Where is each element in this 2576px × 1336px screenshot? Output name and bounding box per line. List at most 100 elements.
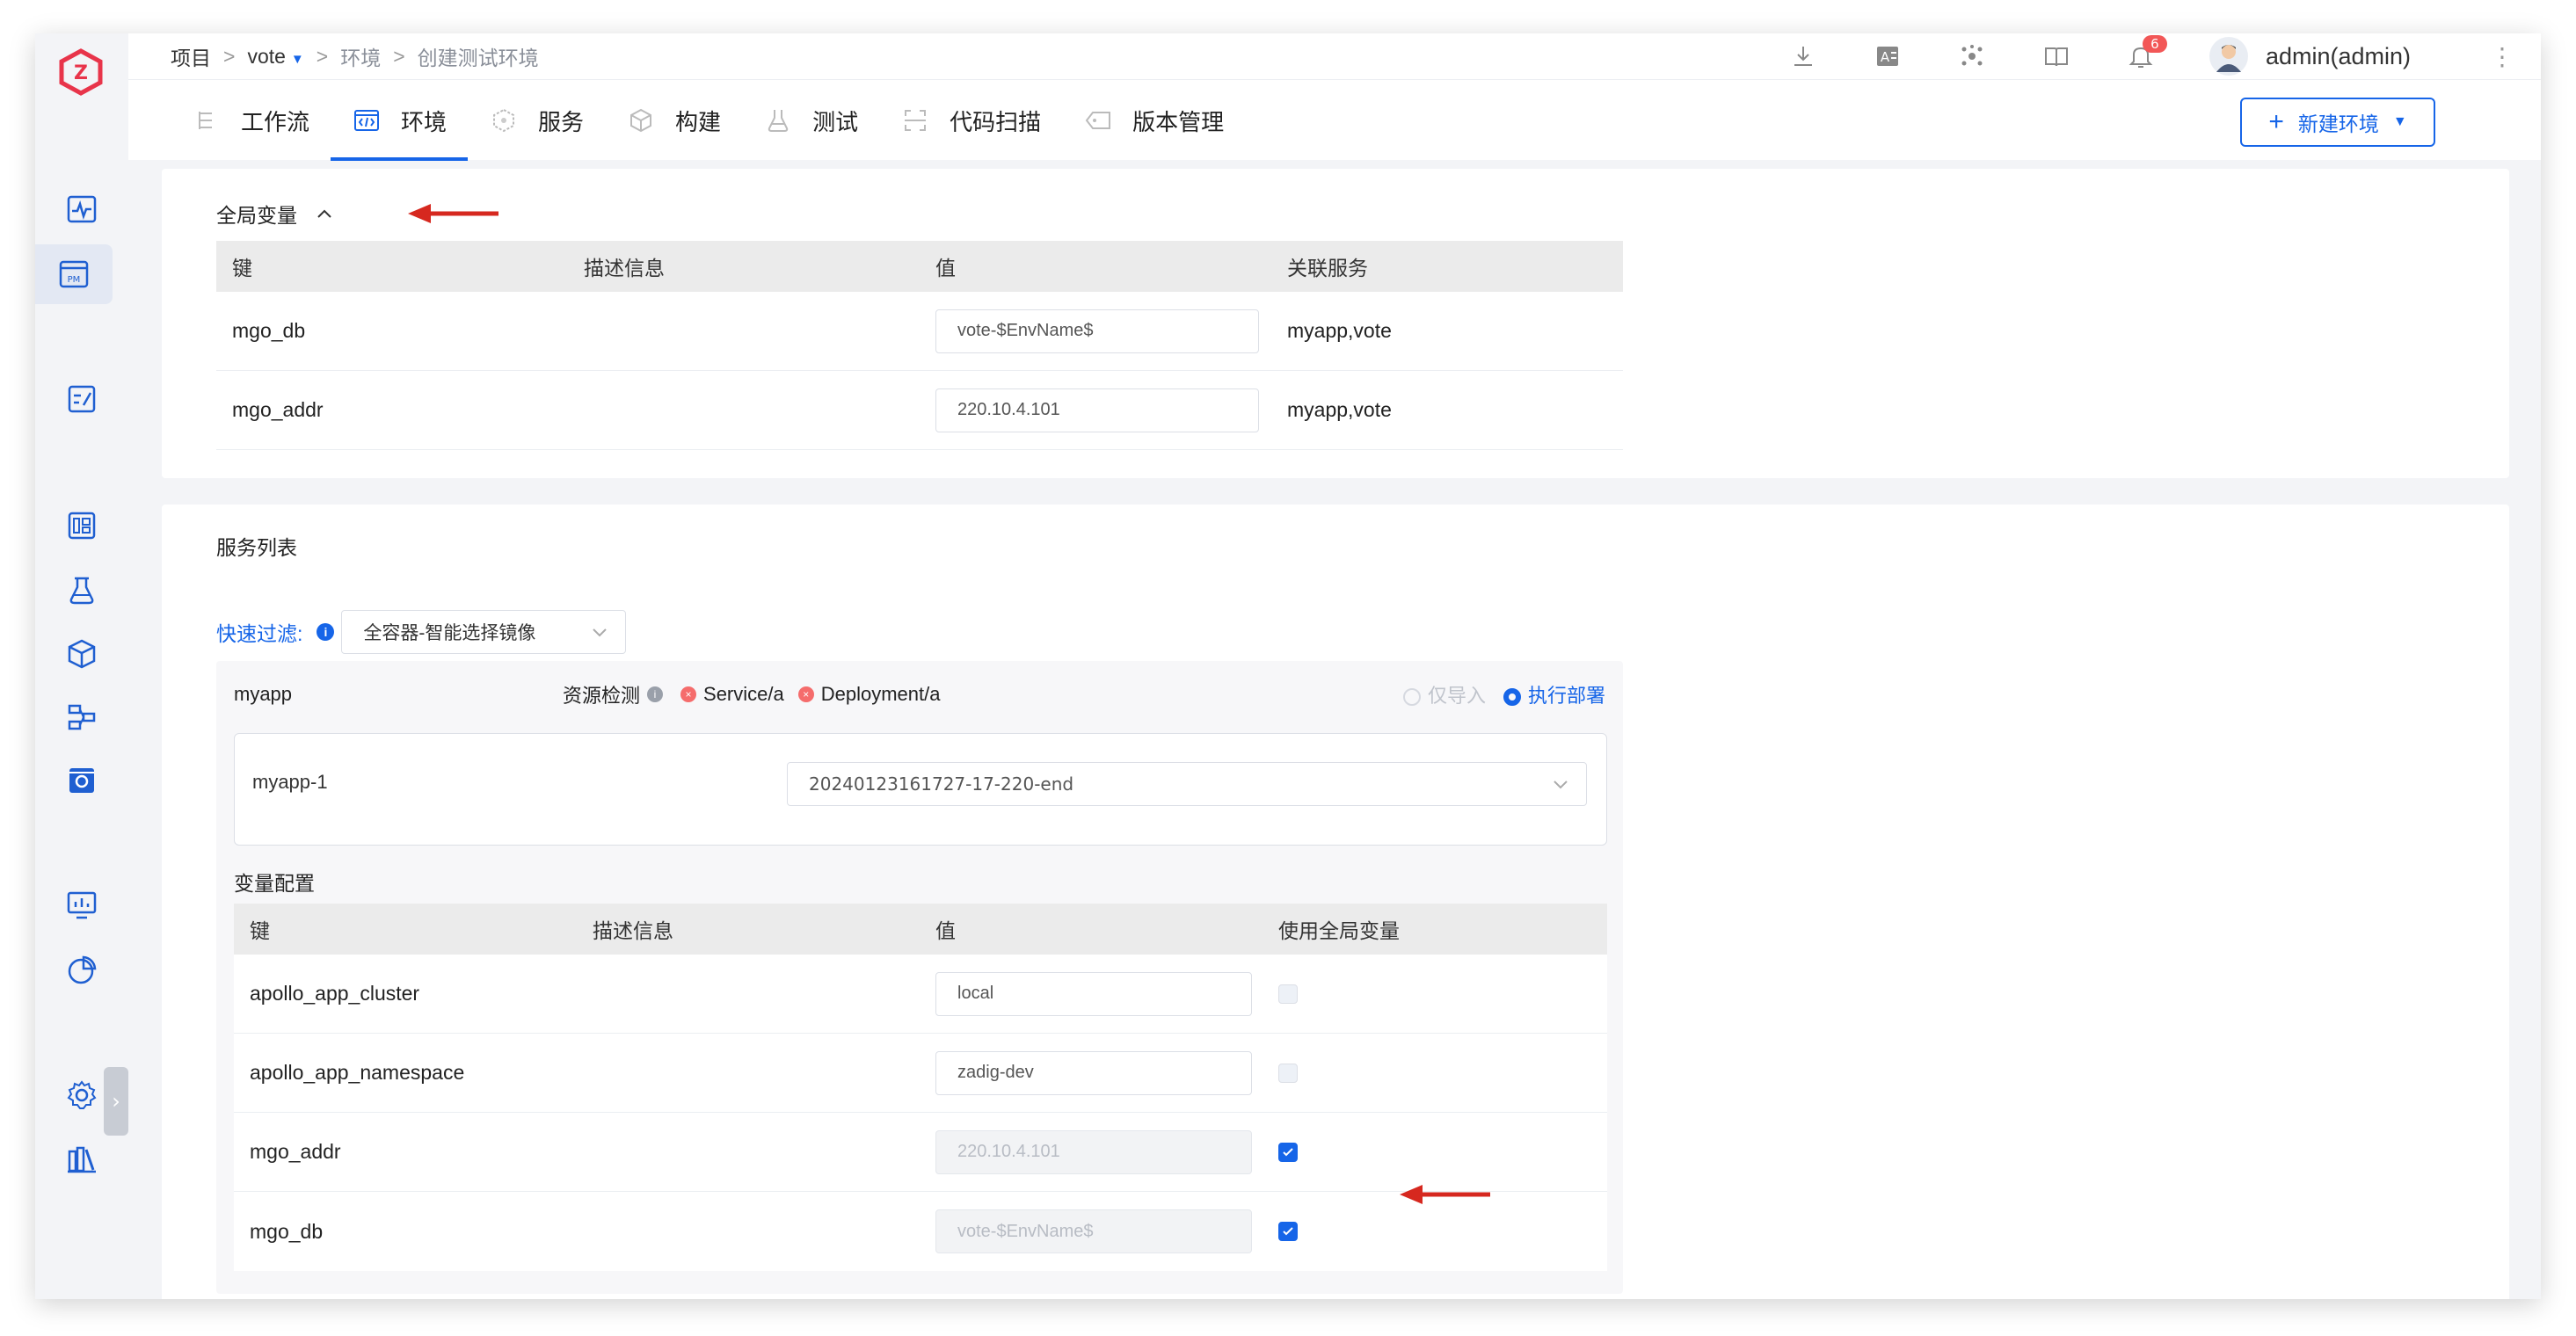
use-global-checkbox-checked[interactable] [1278,1222,1298,1241]
plus-icon: + [2268,107,2284,136]
breadcrumb: 项目 > vote ▼ > 环境 > 创建测试环境 [171,33,539,79]
tab-environment[interactable]: 环境 [331,80,469,161]
sidebar-item-docs[interactable] [35,1129,128,1188]
breadcrumb-project-name: vote [247,44,286,68]
quick-filter-value: 全容器-智能选择镜像 [363,623,536,643]
mode-deploy[interactable]: 执行部署 [1503,680,1605,708]
var-value-input[interactable]: 220.10.4.101 [935,388,1259,432]
mode-import-only-label: 仅导入 [1427,685,1486,707]
new-environment-button[interactable]: + 新建环境 ▼ [2240,98,2435,147]
tab-version[interactable]: 版本管理 [1062,80,1245,161]
svg-text:Z: Z [74,62,88,84]
annotation-arrow-left [408,204,498,223]
column-key: 键 [232,257,252,280]
download-button[interactable] [1787,40,1819,72]
book-icon [2044,47,2068,67]
quick-filter-select[interactable]: 全容器-智能选择镜像 [341,610,627,654]
var-key: mgo_addr [250,1140,341,1163]
var-value-input[interactable]: vote-$EnvName$ [935,309,1259,353]
quick-filter-label: 快速过滤: [216,622,303,645]
books-icon [68,1146,96,1173]
user-name[interactable]: admin(admin) [2266,43,2411,70]
tab-test[interactable]: 测试 [742,80,879,161]
new-environment-label: 新建环境 [2297,113,2379,135]
workflow-icon [199,112,212,129]
column-services: 关联服务 [1287,257,1368,280]
chevron-right-icon: › [112,1089,120,1114]
notifications-button[interactable]: 6 [2125,35,2167,72]
var-config-table: 键 描述信息 值 使用全局变量 apollo_app_cluster local… [234,904,1607,1271]
tab-label: 工作流 [241,108,310,135]
sidebar-item-monitoring[interactable] [35,875,128,935]
zadig-logo[interactable]: Z [55,46,107,98]
sidebar-item-monitor[interactable] [35,179,128,239]
sidebar-item-edit[interactable] [35,369,128,429]
plugins-button[interactable] [1956,40,1988,72]
tag-icon [1085,112,1111,129]
var-value-input-disabled: vote-$EnvName$ [935,1209,1252,1253]
tab-build[interactable]: 构建 [605,80,742,161]
scatter-icon [1961,45,1983,66]
use-global-checkbox[interactable] [1278,1063,1298,1083]
notification-count-badge: 6 [2142,35,2167,53]
var-services: myapp,vote [1287,398,1392,421]
var-value-input[interactable]: local [935,971,1252,1016]
user-avatar-icon [2216,45,2241,72]
table-row: mgo_db vote-$EnvName$ myapp,vote [216,292,1623,371]
var-value-input-disabled: 220.10.4.101 [935,1129,1252,1174]
use-global-checkbox[interactable] [1278,984,1298,1004]
image-value: 20240123161727-17-220-end [809,773,1074,795]
sidebar-item-artifact[interactable] [35,624,128,684]
sidebar: Z PM › [35,33,128,1299]
column-description: 描述信息 [593,919,673,942]
sidebar-item-dashboard[interactable] [35,496,128,555]
column-value: 值 [935,919,956,942]
table-row: apollo_app_cluster local [234,955,1607,1034]
breadcrumb-project[interactable]: 项目 [171,41,211,71]
sidebar-item-project[interactable]: PM [35,244,113,304]
sidebar-collapse-handle[interactable]: › [104,1067,128,1136]
var-config-title: 变量配置 [234,872,315,895]
chevron-up-icon [317,209,331,218]
mode-import-only[interactable]: 仅导入 [1402,680,1486,708]
breadcrumb-project-select[interactable]: vote ▼ [247,45,303,69]
radio-checked-icon [1503,688,1521,707]
breadcrumb-current: 创建测试环境 [417,47,539,69]
pipeline-icon [68,704,96,730]
help-icon[interactable]: i [647,686,664,702]
use-global-checkbox-checked[interactable] [1278,1142,1298,1162]
check-icon [1283,1227,1293,1236]
tab-workflow[interactable]: 工作流 [171,80,331,161]
sidebar-item-test[interactable] [35,561,128,621]
global-variables-card: 全局变量 键 描述信息 值 关联服务 mgo_db vote-$EnvName$… [162,169,2509,478]
breadcrumb-env[interactable]: 环境 [340,41,381,71]
sidebar-item-statistics[interactable] [35,940,128,1000]
table-header: 键 描述信息 值 使用全局变量 [234,904,1607,955]
language-button[interactable]: A [1872,40,1903,72]
global-variables-header[interactable]: 全局变量 [216,199,332,229]
tab-label: 版本管理 [1132,108,1225,135]
column-description: 描述信息 [584,257,665,280]
tab-label: 代码扫描 [950,108,1042,135]
var-key: mgo_db [250,1219,324,1243]
global-variables-table: 键 描述信息 值 关联服务 mgo_db vote-$EnvName$ myap… [216,241,1623,450]
caret-down-icon: ▼ [290,51,304,67]
code-icon [354,110,380,131]
var-value-input[interactable]: zadig-dev [935,1050,1252,1095]
info-icon[interactable]: i [317,623,335,641]
app-window: Z PM › 项目 > vote ▼ > 环境 > 创建测试环境 A 6 adm… [35,33,2541,1299]
tab-service[interactable]: 服务 [468,80,605,161]
flask-icon [69,577,94,605]
box-icon [630,108,652,133]
docs-button[interactable] [2041,40,2072,72]
avatar[interactable] [2209,37,2248,76]
package-icon [68,639,96,669]
more-vertical-icon[interactable]: ⋮ [2490,42,2514,71]
var-key: mgo_addr [232,398,324,421]
tab-code-scan[interactable]: 代码扫描 [879,80,1062,161]
sidebar-item-settings-box[interactable] [35,751,128,810]
image-select[interactable]: 20240123161727-17-220-end [787,762,1587,806]
sidebar-item-pipeline[interactable] [35,687,128,747]
service-header: myapp 资源检测 i × Service/a × Deployment/a … [234,661,1605,728]
table-row: mgo_addr 220.10.4.101 [234,1113,1607,1192]
